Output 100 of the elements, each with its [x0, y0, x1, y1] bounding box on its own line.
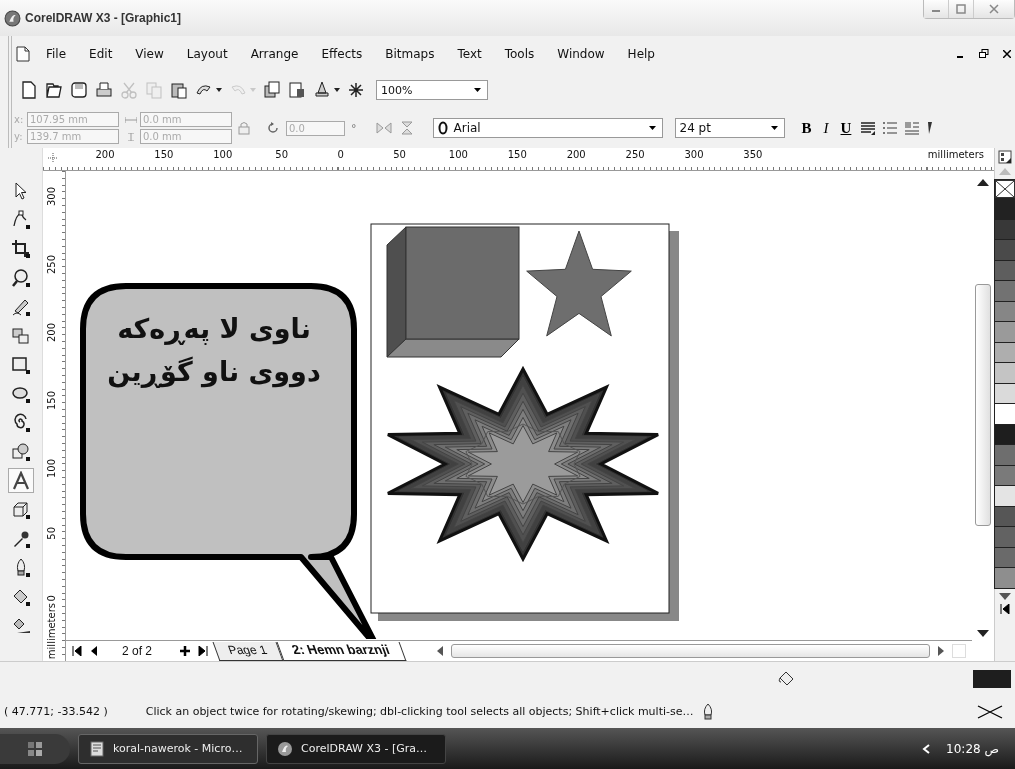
status-hint: Click an object twice for rotating/skewing; dbl-clicking tool selects all objects; Shift+click multi-se…: [145, 705, 694, 718]
menu-item[interactable]: File: [46, 47, 67, 61]
menu-item[interactable]: Bitmaps: [385, 47, 435, 61]
previous-page-icon[interactable]: [90, 646, 98, 656]
color-swatch[interactable]: [995, 423, 1015, 444]
new-icon: [20, 81, 38, 99]
taskbar-button[interactable]: koral-nawerok - Micro…: [78, 733, 258, 764]
color-swatch[interactable]: [995, 567, 1015, 588]
no-color-swatch[interactable]: [995, 180, 1015, 198]
maximize-button[interactable]: [949, 0, 974, 18]
color-swatch[interactable]: [995, 464, 1015, 485]
pen-nib-icon: [701, 702, 714, 721]
height-icon: [125, 132, 137, 141]
ruler-label: 300: [46, 187, 57, 207]
copy-icon: [145, 81, 163, 99]
chevron-icon[interactable]: [922, 743, 931, 754]
menu-item[interactable]: Tools: [504, 47, 535, 61]
close-icon: [989, 4, 999, 14]
zoom-dropdown[interactable]: 100%: [376, 80, 488, 100]
color-swatch[interactable]: [995, 403, 1015, 424]
align-icon[interactable]: [860, 120, 877, 136]
cut-icon: [120, 81, 138, 99]
ruler-label: 200: [46, 323, 57, 343]
scroll-up-icon[interactable]: [977, 179, 989, 186]
shape-icon: [11, 209, 31, 230]
app-logo-icon: [4, 9, 21, 27]
maximize-icon: [956, 4, 966, 14]
restore-icon[interactable]: [979, 49, 989, 59]
palette-menu-icon[interactable]: [998, 150, 1012, 164]
color-swatch[interactable]: [995, 198, 1015, 219]
scroll-down-icon[interactable]: [999, 592, 1011, 600]
page-tab[interactable]: Page 1: [212, 642, 284, 661]
drop-cap-icon[interactable]: [904, 120, 921, 136]
ruler-label: 100: [448, 149, 468, 160]
window-title: CorelDRAW X3 - [Graphic1]: [25, 11, 183, 25]
menu-item[interactable]: Layout: [186, 47, 228, 61]
color-swatch[interactable]: [995, 362, 1015, 383]
menu-item[interactable]: Effects: [321, 47, 363, 61]
vertical-scrollbar[interactable]: [975, 284, 991, 526]
color-swatch[interactable]: [995, 382, 1015, 403]
rotate-icon: [266, 121, 280, 135]
color-swatch[interactable]: [995, 239, 1015, 260]
first-page-icon[interactable]: [72, 646, 82, 656]
scroll-right-icon[interactable]: [938, 646, 944, 656]
expand-palette-icon[interactable]: [1000, 603, 1010, 614]
callout-text: دووی ناو گۆڕین: [107, 356, 321, 387]
zoom-icon: [11, 267, 31, 288]
italic-button[interactable]: I: [820, 119, 832, 137]
x-label: x:: [14, 114, 24, 125]
document-icon: [16, 46, 30, 62]
color-swatch[interactable]: [995, 526, 1015, 547]
app-logo-icon: [277, 740, 293, 757]
caret-icon: [474, 88, 481, 92]
minimize-button[interactable]: [924, 0, 949, 18]
ruler-label: 50: [275, 149, 289, 160]
color-swatch[interactable]: [995, 485, 1015, 506]
text-tool[interactable]: [8, 468, 34, 493]
color-swatch[interactable]: [995, 321, 1015, 342]
ruler-label: 100: [213, 149, 233, 160]
crop-icon: [11, 238, 31, 259]
font-size-dropdown[interactable]: 24 pt: [674, 118, 785, 138]
add-page-icon[interactable]: [180, 646, 191, 656]
color-swatch[interactable]: [995, 505, 1015, 526]
underline-button[interactable]: U: [837, 119, 855, 137]
color-swatch[interactable]: [995, 280, 1015, 301]
last-page-icon[interactable]: [198, 646, 209, 656]
page-tab[interactable]: 2: Hemn barznji: [276, 642, 407, 661]
rectangle-icon: [11, 354, 31, 375]
menu-item[interactable]: Edit: [89, 47, 113, 61]
color-swatch[interactable]: [995, 218, 1015, 239]
ruler-label: 50: [46, 527, 57, 540]
color-swatch[interactable]: [995, 259, 1015, 280]
scroll-down-icon[interactable]: [977, 630, 989, 637]
menu-item[interactable]: Arrange: [250, 47, 299, 61]
opentype-icon: [437, 121, 448, 135]
y-label: y:: [14, 131, 24, 142]
menu-item[interactable]: Window: [557, 47, 605, 61]
color-swatch[interactable]: [995, 546, 1015, 567]
menu-item[interactable]: View: [135, 47, 164, 61]
scroll-left-icon[interactable]: [436, 646, 443, 656]
page-count: 2 of 2: [122, 644, 153, 658]
menu-item[interactable]: Text: [457, 47, 482, 61]
start-button[interactable]: [0, 733, 70, 764]
color-swatch[interactable]: [995, 300, 1015, 321]
menu-item[interactable]: Help: [627, 47, 655, 61]
bold-button[interactable]: B: [798, 119, 815, 137]
color-swatch[interactable]: [995, 341, 1015, 362]
color-swatch[interactable]: [995, 444, 1015, 465]
font-dropdown[interactable]: Arial: [432, 118, 663, 138]
import-icon: [263, 81, 281, 99]
ruler-label: 0: [337, 149, 344, 160]
taskbar-button[interactable]: CorelDRAW X3 - [Gra…: [266, 733, 446, 764]
ruler-label: 200: [95, 149, 115, 160]
bullet-list-icon[interactable]: [882, 120, 899, 136]
caret-icon: [770, 126, 778, 130]
callout-text: ناوی لا پەڕەکە: [117, 313, 311, 344]
horizontal-scrollbar[interactable]: [450, 644, 930, 658]
export-icon: [288, 81, 306, 99]
ruler-label: 150: [507, 149, 527, 160]
close-icon[interactable]: [1003, 50, 1011, 58]
